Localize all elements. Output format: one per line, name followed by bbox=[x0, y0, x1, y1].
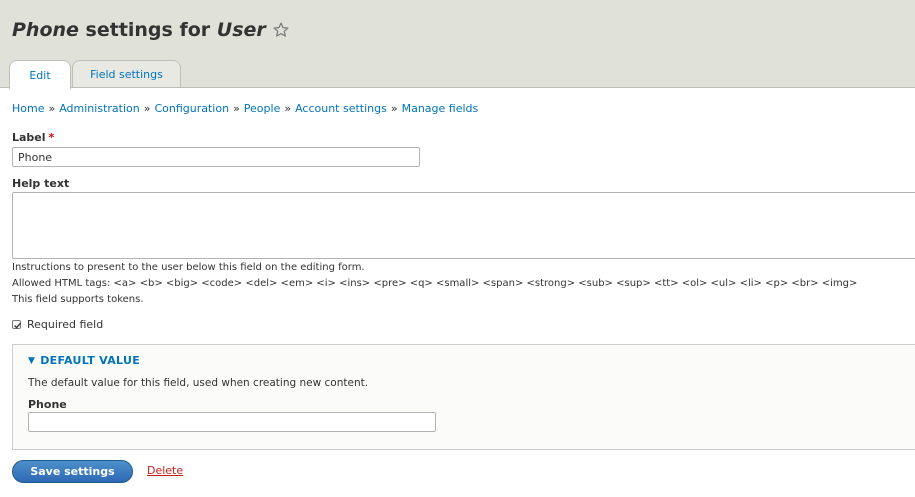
default-value-legend: DEFAULT VALUE bbox=[40, 354, 141, 367]
breadcrumb-account-settings[interactable]: Account settings bbox=[295, 102, 387, 115]
breadcrumb-people[interactable]: People bbox=[244, 102, 281, 115]
triangle-down-icon: ▼ bbox=[28, 355, 36, 366]
page-title-mid: settings for bbox=[78, 19, 217, 41]
required-field-label: Required field bbox=[27, 318, 104, 331]
help-text-textarea[interactable] bbox=[12, 192, 915, 259]
page-header: Phone settings for User Edit Field setti… bbox=[0, 0, 915, 89]
tokens-note: This field supports tokens. bbox=[12, 294, 144, 305]
save-settings-button[interactable]: Save settings bbox=[12, 460, 133, 483]
label-field-label: Label * bbox=[12, 131, 54, 144]
star-icon[interactable] bbox=[272, 21, 290, 39]
default-value-description: The default value for this field, used w… bbox=[28, 377, 369, 389]
breadcrumb: Home» Administration» Configuration» People… bbox=[12, 102, 478, 115]
breadcrumb-home[interactable]: Home bbox=[12, 102, 44, 115]
tab-edit[interactable]: Edit bbox=[9, 60, 71, 89]
breadcrumb-separator: » bbox=[390, 102, 398, 115]
required-marker: * bbox=[48, 131, 55, 144]
breadcrumb-separator: » bbox=[284, 102, 292, 115]
required-field-row: Required field bbox=[12, 318, 103, 331]
delete-link[interactable]: Delete bbox=[147, 464, 183, 477]
primary-tabs: Edit Field settings bbox=[9, 60, 181, 89]
page-title-field: Phone bbox=[12, 19, 79, 41]
help-text-label: Help text bbox=[12, 177, 70, 190]
page-title-entity: User bbox=[216, 19, 266, 41]
breadcrumb-separator: » bbox=[233, 102, 240, 115]
default-value-toggle[interactable]: ▼ DEFAULT VALUE bbox=[28, 354, 140, 367]
checkmark-icon bbox=[14, 322, 21, 329]
page-title: Phone settings for User bbox=[12, 19, 290, 41]
default-phone-label: Phone bbox=[28, 398, 67, 411]
default-value-fieldset: ▼ DEFAULT VALUE The default value for th… bbox=[12, 344, 915, 450]
label-field-title: Label bbox=[12, 131, 46, 144]
allowed-html-tags: Allowed HTML tags: <a> <b> <big> <code> … bbox=[12, 278, 858, 289]
required-field-checkbox[interactable] bbox=[12, 320, 21, 329]
breadcrumb-separator: » bbox=[48, 102, 56, 115]
tab-field-settings[interactable]: Field settings bbox=[72, 60, 181, 87]
breadcrumb-manage-fields[interactable]: Manage fields bbox=[402, 102, 479, 115]
help-text-description: Instructions to present to the user belo… bbox=[12, 262, 365, 273]
breadcrumb-administration[interactable]: Administration bbox=[59, 102, 140, 115]
breadcrumb-configuration[interactable]: Configuration bbox=[154, 102, 229, 115]
default-phone-input[interactable] bbox=[28, 412, 436, 432]
breadcrumb-separator: » bbox=[143, 102, 151, 115]
label-input[interactable] bbox=[12, 147, 420, 167]
